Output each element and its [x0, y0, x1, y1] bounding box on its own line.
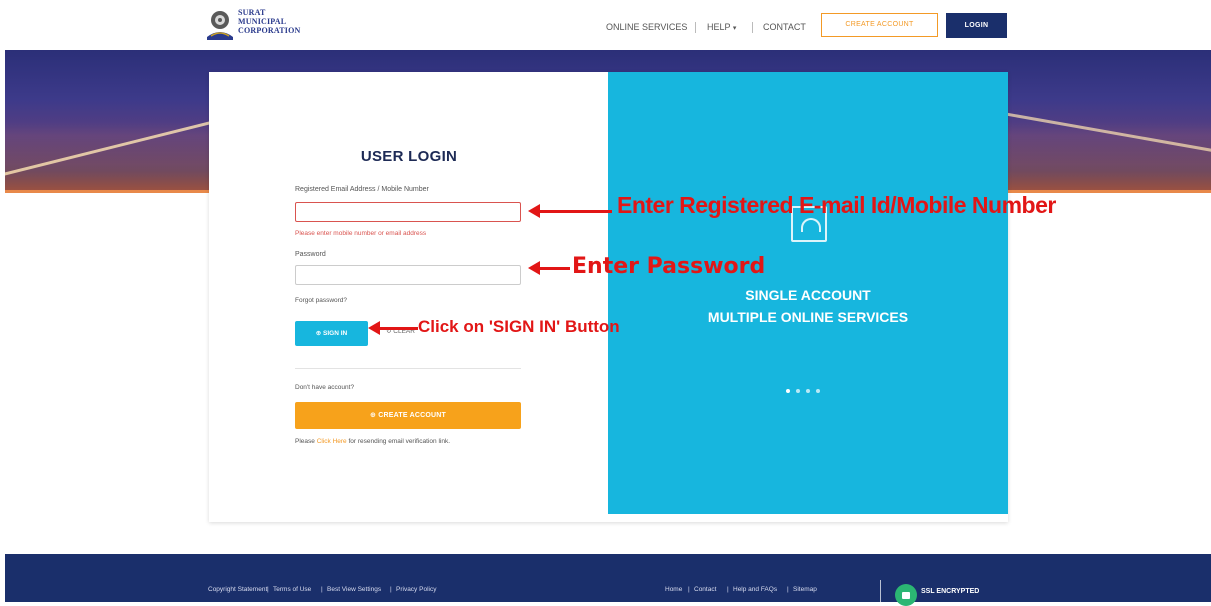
email-field[interactable] [295, 202, 521, 222]
logo-line: MUNICIPAL [238, 17, 287, 26]
password-label: Password [295, 251, 326, 258]
email-label: Registered Email Address / Mobile Number [295, 186, 429, 193]
footer-link-best-view[interactable]: Best View Settings [327, 586, 381, 593]
create-account-label: CREATE ACCOUNT [378, 412, 446, 419]
carousel-dot[interactable] [786, 389, 790, 393]
sign-in-label: SIGN IN [323, 330, 348, 337]
no-account-text: Don't have account? [295, 384, 355, 391]
nav-contact[interactable]: CONTACT [763, 22, 806, 32]
smc-logo[interactable]: SURAT MUNICIPAL CORPORATION [205, 7, 320, 43]
footer-sep: | [321, 586, 323, 593]
nav-online-services[interactable]: ONLINE SERVICES [606, 22, 687, 32]
carousel-dot[interactable] [806, 389, 810, 393]
resend-verification-text: Please Click Here for resending email ve… [295, 438, 450, 445]
carousel-dot[interactable] [796, 389, 800, 393]
nav-help[interactable]: HELP ▾ [707, 22, 736, 32]
nav-divider [695, 22, 696, 33]
site-header: SURAT MUNICIPAL CORPORATION ONLINE SERVI… [0, 0, 1211, 50]
footer-sep: | [727, 586, 729, 593]
password-field[interactable] [295, 265, 521, 285]
emblem-icon [207, 11, 233, 40]
footer-link-terms[interactable]: Terms of Use [273, 586, 311, 593]
footer-divider [880, 580, 881, 602]
carousel-dots [784, 389, 834, 395]
page-title: USER LOGIN [360, 148, 458, 165]
footer-link-copyright[interactable]: Copyright Statement [208, 586, 267, 593]
logo-line: CORPORATION [238, 26, 301, 35]
sign-in-button[interactable]: ⊕ SIGN IN [295, 321, 368, 346]
logo-text: SURAT MUNICIPAL CORPORATION [238, 8, 301, 35]
sign-in-icon: ⊕ [315, 330, 324, 337]
footer-sep: | [787, 586, 789, 593]
ssl-badge-label: SSL ENCRYPTED [921, 588, 980, 595]
annotation-arrow [528, 204, 612, 218]
footer-link-sitemap[interactable]: Sitemap [793, 586, 817, 593]
resend-prefix: Please [295, 438, 315, 445]
plus-icon: ⊕ [370, 412, 379, 419]
footer-sep: | [688, 586, 690, 593]
annotation-signin: Click on 'SIGN IN' Button [418, 317, 620, 336]
resend-suffix: for resending email verification link. [348, 438, 451, 445]
nav-help-label: HELP [707, 22, 731, 32]
annotation-password: Enter Password [572, 254, 766, 279]
chevron-down-icon: ▾ [732, 25, 737, 32]
forgot-password-link[interactable]: Forgot password? [295, 297, 347, 304]
create-account-button-header[interactable]: CREATE ACCOUNT [821, 13, 938, 37]
divider [295, 368, 521, 369]
resend-click-here-link[interactable]: Click Here [317, 438, 347, 445]
email-error-message: Please enter mobile number or email addr… [295, 230, 427, 237]
footer-sep: | [390, 586, 392, 593]
promo-line-2: MULTIPLE ONLINE SERVICES [707, 309, 909, 325]
footer-link-help[interactable]: Help and FAQs [733, 586, 777, 593]
promo-line-1: SINGLE ACCOUNT [745, 287, 871, 303]
footer-link-home[interactable]: Home [665, 586, 682, 593]
annotation-email: Enter Registered E-mail Id/Mobile Number [617, 192, 1056, 218]
nav-divider [752, 22, 753, 33]
carousel-dot[interactable] [816, 389, 820, 393]
footer-link-privacy[interactable]: Privacy Policy [396, 586, 436, 593]
site-footer: Copyright Statement | Terms of Use | Bes… [5, 554, 1211, 602]
footer-link-contact[interactable]: Contact [694, 586, 716, 593]
logo-line: SURAT [238, 8, 266, 17]
create-account-button[interactable]: ⊕ CREATE ACCOUNT [295, 402, 521, 429]
login-button-header[interactable]: LOGIN [946, 13, 1007, 38]
annotation-arrow [368, 321, 418, 335]
lock-icon [895, 584, 917, 606]
annotation-arrow [528, 261, 570, 275]
footer-sep: | [267, 586, 269, 593]
